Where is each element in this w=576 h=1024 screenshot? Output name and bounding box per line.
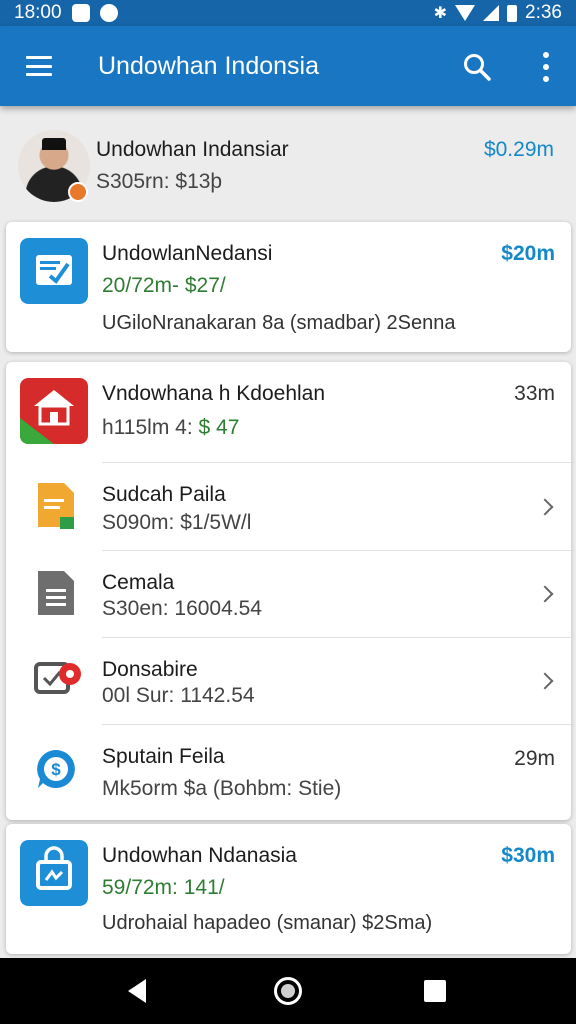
video-record-icon [34,662,81,694]
search-icon[interactable] [462,52,492,82]
svg-text:$: $ [51,760,61,779]
item-title: Sputain Feila [102,745,225,768]
card-subtitle: 59/72m: 141/ [102,876,225,899]
card-description: UGiloNranakaran 8a (smadbar) 2Senna [102,312,456,334]
profile-amount: $0.29m [483,138,554,161]
card-subtitle: 20/72m- $27/ [102,274,226,297]
notification-dot-icon [99,4,118,22]
transaction-list-card: Vndowhana h Kdoehlan h115lm 4: $ 47 33m … [6,362,571,820]
app-title: Undowhan Indonsia [98,52,319,80]
item-subtitle: 00l Sur: 1142.54 [102,684,255,707]
profile-subtitle: S305rn: $13þ [96,170,223,193]
profile-name: Undowhan Indansiar [96,138,289,161]
card-title: Undowhan Ndanasia [102,844,297,867]
item-amount: 33m [514,382,555,405]
item-subtitle: Mk5orm $a (Bohbm: Stie) [102,777,342,800]
battery-icon [507,4,518,22]
status-time: 18:00 [14,2,62,23]
back-icon[interactable] [128,979,146,1003]
signal-icon [483,5,500,21]
transaction-card[interactable]: Undowhan Ndanasia 59/72m: 141/ Udrohaial… [6,824,571,954]
profile-row[interactable]: Undowhan Indansiar S305rn: $13þ $0.29m [0,118,576,214]
item-subtitle: S30en: 16004.54 [102,597,262,620]
file-icon [38,483,74,529]
chevron-right-icon[interactable] [536,585,554,603]
document-icon [38,571,74,615]
more-vert-icon[interactable] [534,52,558,82]
navigation-bar [0,958,576,1024]
wifi-icon [455,5,476,21]
document-check-icon [20,238,88,304]
list-item[interactable]: Cemala S30en: 16004.54 [6,551,571,637]
item-title: Donsabire [102,658,198,681]
card-description: Udrohaial hapadeo (smanar) $2Sma) [102,912,433,934]
transaction-card[interactable]: UndowlanNedansi 20/72m- $27/ UGiloNranak… [6,222,571,352]
item-title: Vndowhana h Kdoehlan [102,382,326,405]
item-subtitle: S090m: $1/5W/l [102,511,252,534]
card-amount: $20m [501,242,555,265]
list-item[interactable]: $ Sputain Feila Mk5orm $a (Bohbm: Stie) … [6,725,571,820]
recents-icon[interactable] [424,980,446,1002]
item-title: Cemala [102,571,175,594]
card-amount: $30m [501,844,555,867]
list-item[interactable]: Donsabire 00l Sur: 1142.54 [6,638,571,724]
card-title: UndowlanNedansi [102,242,273,265]
list-item[interactable]: Sudcah Paila S090m: $1/5W/l [6,463,571,550]
status-right-text: 2:36 [525,2,562,23]
app-bar: Undowhan Indonsia [0,26,576,106]
item-title: Sudcah Paila [102,483,226,506]
menu-icon[interactable] [26,56,52,76]
home-icon[interactable] [274,977,302,1005]
bluetooth-icon: ✱ [433,5,448,22]
house-icon [20,378,88,444]
shopping-bag-icon [20,840,88,906]
notification-icon [71,4,90,22]
chevron-right-icon[interactable] [536,672,554,690]
item-amount: 29m [514,747,555,770]
chevron-right-icon[interactable] [536,498,554,516]
status-bar: 18:00 ✱ 2:36 [0,0,576,26]
item-subtitle: h115lm 4: $ 47 [102,416,240,439]
verified-badge-icon [68,182,88,202]
dollar-chat-icon: $ [37,750,75,788]
list-item[interactable]: Vndowhana h Kdoehlan h115lm 4: $ 47 33m [6,362,571,462]
